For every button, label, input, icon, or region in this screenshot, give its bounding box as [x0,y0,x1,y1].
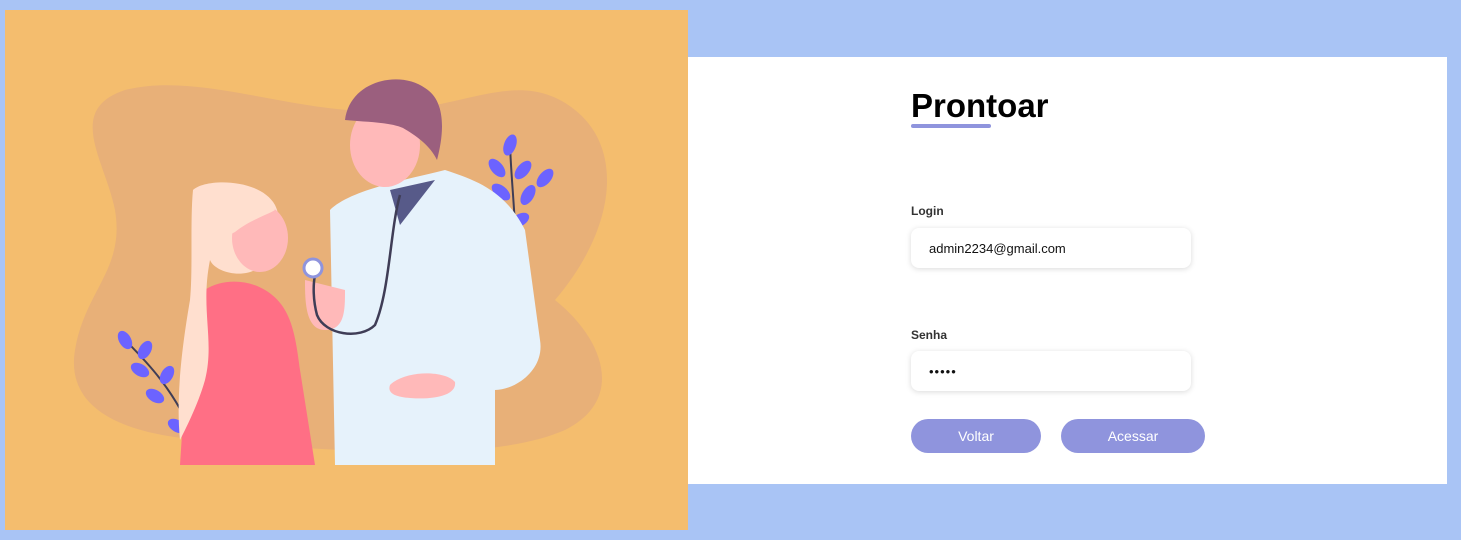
page-title: Prontoar [911,87,1049,124]
doctor-patient-illustration [73,79,608,465]
voltar-button[interactable]: Voltar [911,419,1041,453]
senha-input[interactable] [911,351,1191,391]
illustration-panel [5,10,688,530]
title-underline [911,124,991,128]
login-input[interactable] [911,228,1191,268]
senha-label: Senha [911,328,948,342]
acessar-button[interactable]: Acessar [1061,419,1205,453]
login-panel: Prontoar Login Senha Voltar Acessar [688,57,1447,484]
login-label: Login [911,204,944,218]
